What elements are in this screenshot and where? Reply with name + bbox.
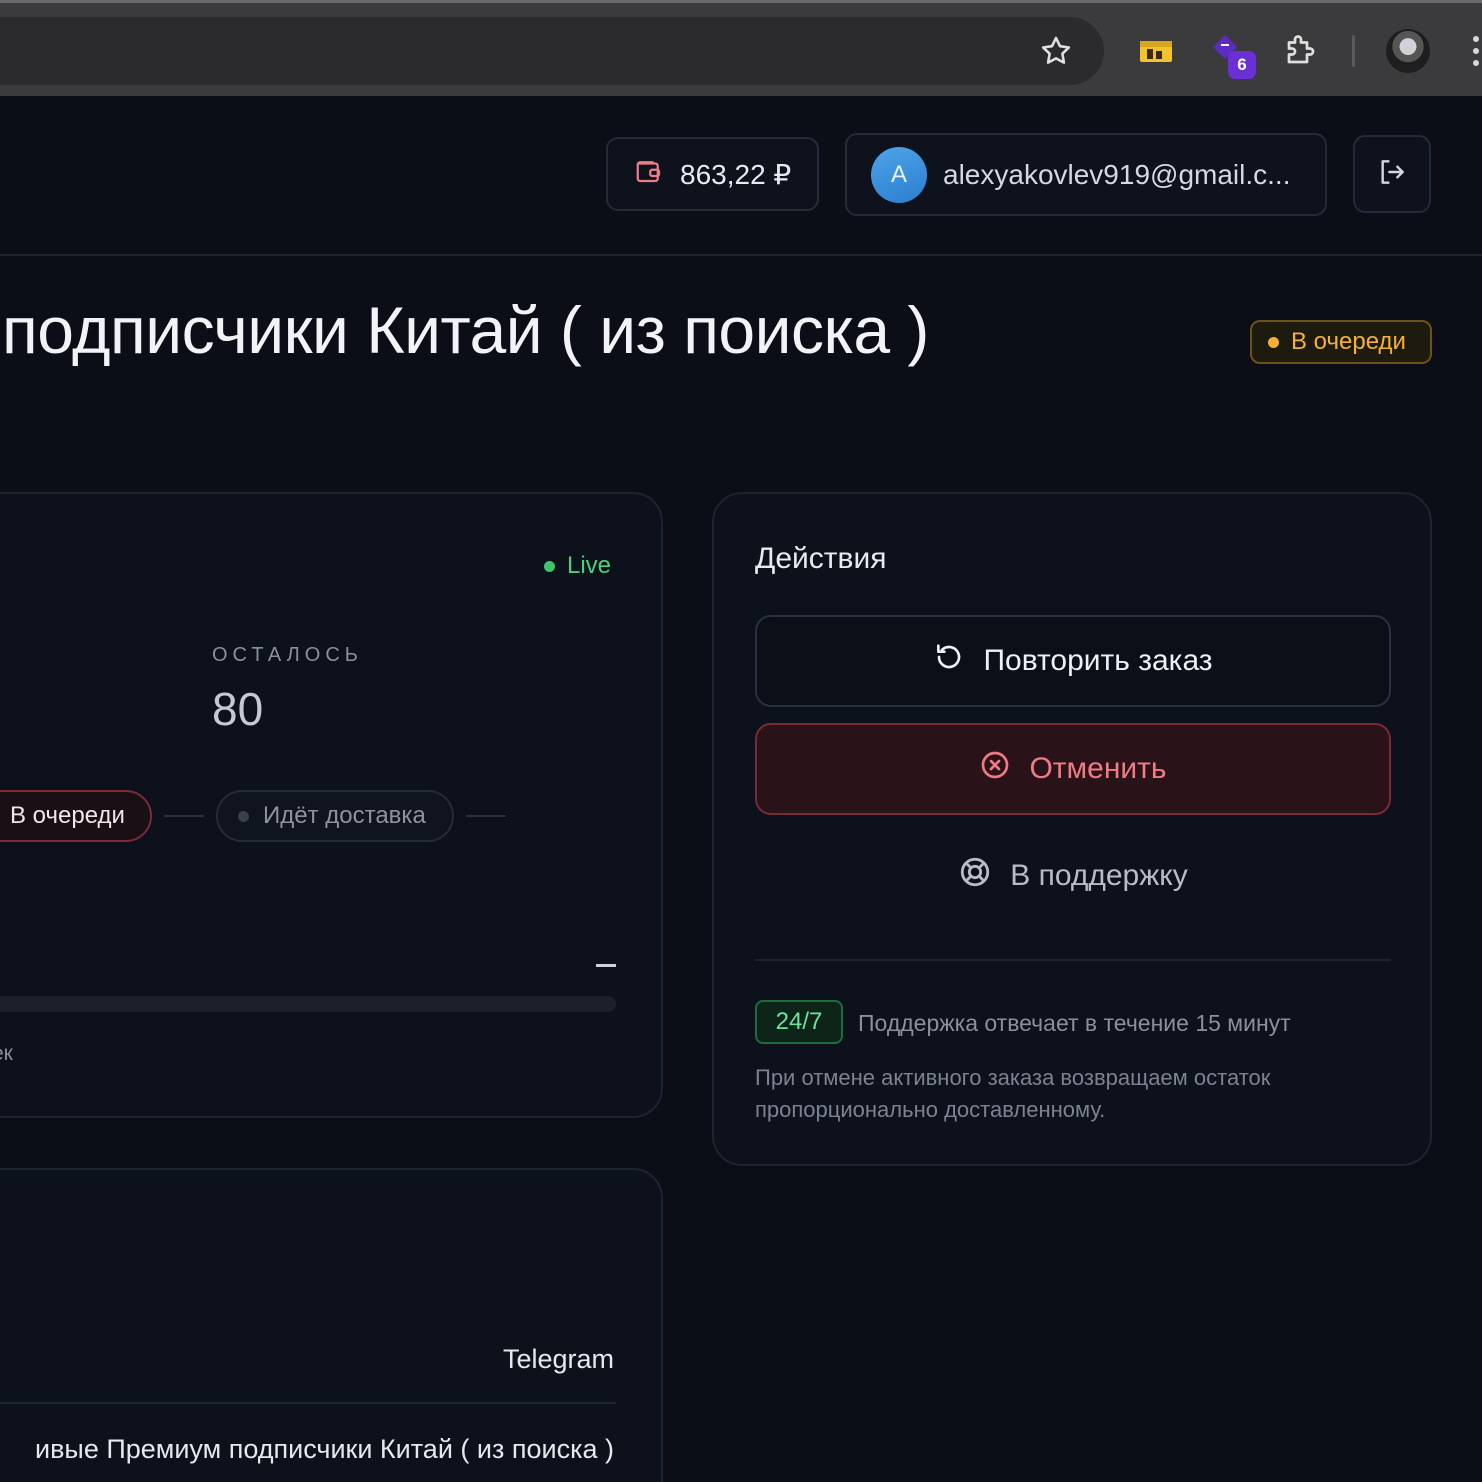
extension-badge-icon[interactable]: 6 [1208,33,1260,81]
step-connector [164,815,204,817]
step-queued-label: В очереди [10,802,125,829]
step-delivering-dot [238,810,249,822]
logout-button[interactable] [1353,135,1431,213]
browser-menu-icon[interactable] [1470,31,1482,71]
balance-chip[interactable]: 863,22 ₽ [606,137,819,211]
repeat-order-label: Повторить заказ [983,644,1213,677]
details-card: Telegram ивые Премиум подписчики Китай (… [0,1168,663,1482]
user-menu[interactable]: A alexyakovlev919@gmail.c... [845,133,1327,216]
wallet-icon [634,156,664,193]
extension-folder-icon[interactable] [1138,37,1174,65]
extensions-puzzle-icon[interactable] [1280,29,1322,71]
lifebuoy-icon [958,855,992,897]
order-status-badge: В очереди [1250,320,1432,364]
cancel-order-label: Отменить [1029,752,1167,785]
support-label: В поддержку [1010,859,1188,892]
progress-footer-text: ек [0,1042,13,1065]
browser-profile-avatar[interactable] [1386,29,1430,73]
support-button[interactable]: В поддержку [755,830,1391,922]
page-title: подписчики Китай ( из поиска ) [2,293,929,367]
remaining-value: 80 [212,683,264,735]
details-divider [0,1402,616,1404]
repeat-order-button[interactable]: Повторить заказ [755,615,1391,707]
user-email: alexyakovlev919@gmail.c... [943,158,1291,190]
user-avatar: A [871,146,927,203]
logout-icon [1376,156,1408,193]
remaining-caption: ОСТАЛОСЬ [212,644,363,666]
bookmark-star-icon[interactable] [1036,31,1076,71]
progress-card: Live ОСТАЛОСЬ 80 В очереди Идёт доставка… [0,492,663,1118]
order-status-label: В очереди [1291,328,1406,355]
actions-divider [755,959,1391,961]
actions-card: Действия Повторить заказ Отменить В подд… [712,492,1432,1166]
speed-value [596,964,616,967]
step-queued: В очереди [0,790,152,842]
cancel-order-button[interactable]: Отменить [755,723,1391,815]
toolbar-separator [1352,35,1355,67]
status-dot [1268,336,1279,348]
platform-value: Telegram [502,1344,614,1374]
browser-toolbar: 6 [0,0,1482,96]
cancel-circle-icon [979,749,1011,789]
refund-note: При отмене активного заказа возвращаем о… [755,1065,1271,1122]
live-label: Live [567,552,612,579]
live-indicator: Live [544,552,611,580]
service-name: ивые Премиум подписчики Китай ( из поиск… [35,1434,614,1464]
progress-bar [0,996,616,1012]
address-bar[interactable] [0,17,1104,85]
sla-text: Поддержка отвечает в течение 15 минут [858,1010,1291,1036]
refresh-icon [933,641,965,681]
actions-title: Действия [755,542,887,575]
step-delivering: Идёт доставка [216,790,454,842]
live-dot [544,560,555,572]
extension-badge-count: 6 [1228,51,1256,79]
app-header: 863,22 ₽ A alexyakovlev919@gmail.c... [0,96,1482,256]
step-connector [466,815,506,817]
balance-value: 863,22 ₽ [680,158,792,190]
sla-badge: 24/7 [755,1000,843,1044]
step-delivering-label: Идёт доставка [263,802,426,829]
